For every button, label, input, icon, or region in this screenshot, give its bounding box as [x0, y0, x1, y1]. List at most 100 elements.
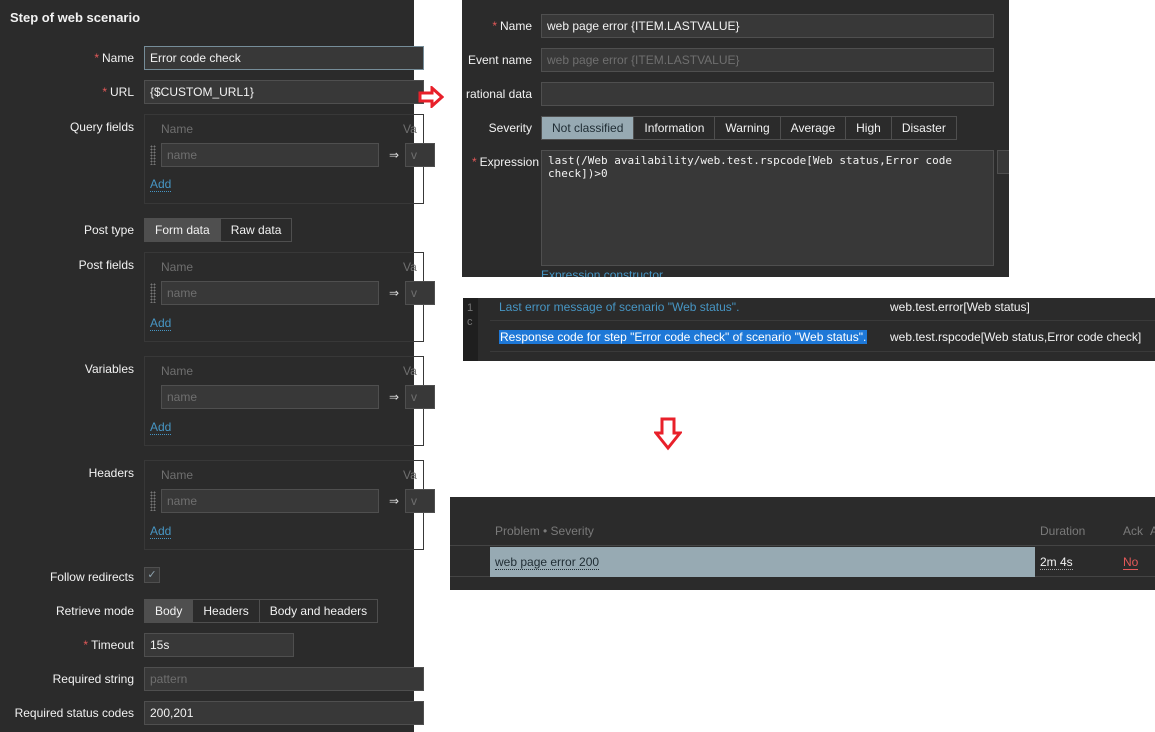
retrieve-body-and-headers[interactable]: Body and headers [259, 600, 378, 622]
add-link[interactable]: Add [150, 316, 172, 331]
post-type-label: Post type [83, 223, 134, 237]
required-status-codes-input[interactable]: 200,201 [144, 701, 424, 725]
drag-handle-icon[interactable] [150, 145, 156, 165]
trigger-name-input[interactable]: web page error {ITEM.LASTVALUE} [541, 14, 994, 38]
required-string-label: Required string [52, 672, 134, 686]
variables-table: Name Va name ⇒ v Add [144, 356, 435, 446]
severity-information[interactable]: Information [634, 117, 716, 139]
operational-data-input[interactable] [541, 82, 994, 106]
trigger-name-label: * Name [492, 19, 532, 33]
arrow-icon: ⇒ [389, 286, 400, 300]
event-name-input[interactable]: web page error {ITEM.LASTVALUE} [541, 48, 994, 72]
drag-handle-icon[interactable] [150, 283, 156, 303]
url-label: * URL [102, 85, 134, 99]
problem-cell: web page error 200 [490, 547, 1035, 577]
problems-panel: Problem • Severity Duration Ack A web pa… [450, 497, 1155, 590]
item-list-panel: 1c Last error message of scenario "Web s… [463, 298, 1155, 361]
follow-redirects-checkbox[interactable]: ✓ [144, 567, 160, 583]
name-input[interactable]: Error code check [144, 46, 424, 70]
required-status-codes-label: Required status codes [14, 706, 134, 720]
variables-label: Variables [84, 362, 134, 376]
col-name: Name [161, 260, 194, 274]
required-string-input[interactable]: pattern [144, 667, 424, 691]
query-fields-label: Query fields [69, 120, 134, 134]
variable-name-input[interactable]: name [161, 385, 379, 409]
duration-value[interactable]: 2m 4s [1040, 555, 1073, 570]
col-value: Va [403, 122, 417, 136]
col-ack: Ack [1123, 524, 1144, 538]
post-value-input[interactable]: v [405, 281, 435, 305]
col-name: Name [161, 122, 194, 136]
headers-table: Name Va name ⇒ v Add [144, 460, 435, 550]
event-name-label: Event name [467, 53, 532, 67]
col-name: Name [161, 468, 194, 482]
item-description-selected[interactable]: Response code for step "Error code check… [499, 330, 868, 344]
retrieve-mode-label: Retrieve mode [55, 604, 134, 618]
gutter-line: 1 [467, 302, 474, 314]
query-name-input[interactable]: name [161, 143, 379, 167]
severity-warning[interactable]: Warning [715, 117, 781, 139]
col-duration: Duration [1040, 524, 1086, 538]
operational-data-label: rational data [465, 87, 532, 101]
drag-handle-icon[interactable] [150, 491, 156, 511]
item-key: web.test.error[Web status] [890, 300, 1030, 314]
gutter-line: c [467, 316, 473, 328]
retrieve-headers[interactable]: Headers [193, 600, 260, 622]
down-arrow-icon [654, 417, 682, 451]
arrow-icon: ⇒ [389, 148, 400, 162]
arrow-icon: ⇒ [389, 494, 400, 508]
severity-not-classified[interactable]: Not classified [542, 117, 635, 139]
col-value: Va [403, 364, 417, 378]
item-description[interactable]: Last error message of scenario "Web stat… [499, 300, 739, 314]
severity-disaster[interactable]: Disaster [891, 117, 956, 139]
post-type-raw-data[interactable]: Raw data [220, 219, 292, 241]
severity-label: Severity [488, 121, 532, 135]
expression-label: * Expression [471, 155, 539, 169]
header-name-input[interactable]: name [161, 489, 379, 513]
retrieve-body[interactable]: Body [145, 600, 194, 622]
item-key: web.test.rspcode[Web status,Error code c… [890, 330, 1142, 344]
col-actions: A [1150, 524, 1155, 538]
col-name: Name [161, 364, 194, 378]
ack-link[interactable]: No [1123, 555, 1139, 570]
list-item[interactable]: Last error message of scenario "Web stat… [490, 298, 1155, 321]
retrieve-mode-toggle: Body Headers Body and headers [144, 599, 379, 623]
divider [450, 545, 1155, 546]
col-problem-severity[interactable]: Problem • Severity [495, 524, 594, 538]
expression-textarea[interactable]: last(/Web availability/web.test.rspcode[… [541, 150, 994, 266]
col-value: Va [403, 468, 417, 482]
variable-value-input[interactable]: v [405, 385, 435, 409]
problem-link[interactable]: web page error 200 [495, 555, 600, 570]
url-input[interactable]: {$CUSTOM_URL1} [144, 80, 424, 104]
post-type-toggle: Form data Raw data [144, 218, 293, 242]
add-expression-button[interactable] [997, 150, 1009, 174]
add-link[interactable]: Add [150, 420, 172, 435]
severity-high[interactable]: High [846, 117, 892, 139]
name-label: * Name [94, 51, 134, 65]
step-of-web-scenario-panel: Step of web scenario * Name Error code ch… [0, 0, 435, 732]
timeout-label: * Timeout [83, 638, 134, 652]
post-fields-table: Name Va name ⇒ v Add [144, 252, 435, 342]
add-link[interactable]: Add [150, 524, 172, 539]
header-value-input[interactable]: v [405, 489, 435, 513]
query-fields-table: Name Va name ⇒ v Add [144, 114, 435, 204]
query-value-input[interactable]: v [405, 143, 435, 167]
add-link[interactable]: Add [150, 177, 172, 192]
panel-title: Step of web scenario [10, 10, 141, 25]
gutter: 1c [463, 298, 478, 361]
post-type-form-data[interactable]: Form data [145, 219, 221, 241]
col-value: Va [403, 260, 417, 274]
headers-label: Headers [88, 466, 134, 480]
expression-constructor-link[interactable]: Expression constructor [541, 268, 663, 277]
severity-average[interactable]: Average [780, 117, 847, 139]
right-arrow-icon [418, 86, 444, 108]
follow-redirects-label: Follow redirects [49, 570, 134, 584]
severity-selector: Not classified Information Warning Avera… [541, 116, 957, 140]
timeout-input[interactable]: 15s [144, 633, 294, 657]
trigger-form-panel: * Name web page error {ITEM.LASTVALUE} Ev… [462, 0, 1009, 277]
table-row: web page error 200 2m 4s No [450, 547, 1155, 577]
list-item[interactable]: Response code for step "Error code check… [490, 322, 1155, 352]
post-fields-label: Post fields [78, 258, 134, 272]
post-name-input[interactable]: name [161, 281, 379, 305]
arrow-icon: ⇒ [389, 390, 400, 404]
